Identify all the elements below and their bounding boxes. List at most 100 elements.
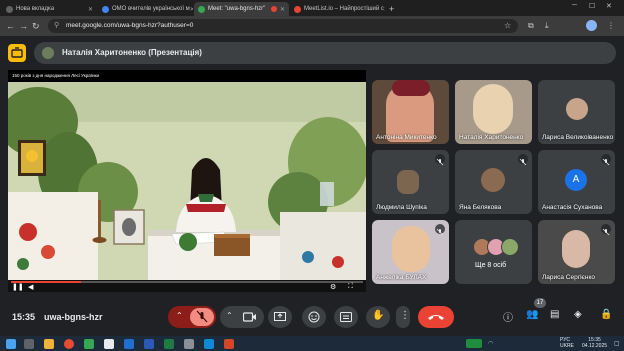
reload-icon[interactable]: ↻ <box>32 21 40 32</box>
explorer-icon[interactable] <box>44 339 54 349</box>
captions-button[interactable] <box>334 306 358 328</box>
activities-icon[interactable]: ◈ <box>574 309 582 320</box>
volume-icon[interactable]: ◀ <box>28 283 33 291</box>
downloads-icon[interactable]: ⤓ <box>545 21 549 31</box>
app-icon[interactable] <box>184 339 194 349</box>
presentation-video-frame <box>8 82 366 280</box>
pause-icon[interactable]: ❚❚ <box>12 283 24 291</box>
participant-tile[interactable]: A Анастасія Суханова <box>538 150 615 214</box>
language-indicator[interactable]: РУС UKRE <box>560 337 574 349</box>
chrome-icon[interactable] <box>64 339 74 349</box>
tab-label: Meet: "uwa-bgns-hzr" <box>208 6 266 12</box>
presentation-scene-image <box>8 82 366 280</box>
os-taskbar: ◠ РУС UKRE 15:35 04.12.2025 ▢ <box>0 336 624 351</box>
hang-up-icon <box>428 315 444 320</box>
host-controls-icon[interactable]: 🔒 <box>600 309 612 320</box>
network-icon[interactable]: ◠ <box>488 340 493 347</box>
close-tab-icon[interactable]: ✕ <box>280 6 285 13</box>
word-icon[interactable] <box>144 339 154 349</box>
app-icon[interactable] <box>84 339 94 349</box>
notifications-icon[interactable]: ▢ <box>614 340 620 347</box>
address-bar-row: ← → ↻ ⚲ meet.google.com/uwa-bgns-hzr?aut… <box>0 16 624 36</box>
recording-dot-icon <box>271 6 278 12</box>
battery-indicator-icon <box>466 339 482 348</box>
participant-avatar <box>566 98 588 120</box>
tab-favicon-icon <box>294 5 301 13</box>
info-icon[interactable]: ⓘ <box>503 309 513 324</box>
participant-tile[interactable]: Яна Белякова <box>455 150 532 214</box>
mic-toggle-button[interactable]: ⌃ <box>168 306 216 328</box>
system-date: 04.12.2025 <box>582 343 608 349</box>
meeting-control-bar: 15:35 uwa-bgns-hzr ⌃ ⌃ ✋ ⋮ ⓘ 👥 17 ▤ ◈ 🔒 <box>0 296 624 336</box>
app-icon[interactable] <box>104 339 114 349</box>
camera-toggle-button[interactable]: ⌃ <box>220 306 264 328</box>
meeting-clock: 15:35 <box>12 312 36 322</box>
browser-menu-icon[interactable]: ⋮ <box>607 21 615 30</box>
more-options-button[interactable]: ⋮ <box>396 306 410 328</box>
settings-icon[interactable]: ⚙ <box>330 283 336 291</box>
app-icon[interactable] <box>124 339 134 349</box>
participant-tile[interactable]: Людмила Шупіка <box>372 150 449 214</box>
extensions-icon[interactable]: ⧉ <box>528 21 534 31</box>
participant-tile[interactable]: Наталія Харитоненко <box>455 80 532 144</box>
app-icon[interactable] <box>204 339 214 349</box>
lang-bottom: UKRE <box>560 343 574 349</box>
start-icon[interactable] <box>6 339 16 349</box>
participant-name: Анастасія Суханова <box>542 204 603 211</box>
chevron-up-icon[interactable]: ⌃ <box>226 311 233 320</box>
more-participants-tile[interactable]: Ще 8 осіб <box>455 220 532 284</box>
chat-icon[interactable]: ▤ <box>550 309 559 320</box>
mic-off-icon <box>518 154 528 166</box>
presentation-stage[interactable]: 150 років з дня народження Лесі Українки <box>8 70 366 292</box>
maximize-icon[interactable]: ☐ <box>589 2 595 10</box>
close-tab-icon[interactable]: ✕ <box>190 6 193 13</box>
participant-tile[interactable]: Антоніна Микитенко <box>372 80 449 144</box>
people-icon: 👥 <box>526 309 539 320</box>
more-vert-icon: ⋮ <box>400 310 410 321</box>
leave-call-button[interactable] <box>418 306 454 328</box>
profile-avatar[interactable] <box>586 20 597 31</box>
emoji-icon <box>308 311 320 323</box>
system-clock[interactable]: 15:35 04.12.2025 <box>582 337 607 349</box>
participant-video <box>397 170 419 194</box>
forward-icon[interactable]: → <box>19 21 28 31</box>
raise-hand-button[interactable]: ✋ <box>366 306 390 328</box>
url-input[interactable]: ⚲ meet.google.com/uwa-bgns-hzr?authuser=… <box>48 19 518 33</box>
browser-tab-0[interactable]: Нова вкладка ✕ <box>2 2 97 16</box>
close-tab-icon[interactable]: ✕ <box>384 6 385 13</box>
present-button[interactable] <box>268 306 292 328</box>
participant-tile[interactable]: Анжеліка БУЛАХ <box>372 220 449 284</box>
powerpoint-icon[interactable] <box>224 339 234 349</box>
excel-icon[interactable] <box>164 339 174 349</box>
presenter-banner: Наталія Харитоненко (Презентація) <box>34 42 616 64</box>
search-icon[interactable] <box>24 339 34 349</box>
mic-off-icon <box>601 154 611 166</box>
participant-tile[interactable]: Лариса Великоіваненко <box>538 80 615 144</box>
meeting-code: uwa-bgns-hzr <box>44 312 103 322</box>
browser-tab-3[interactable]: MeetList.io – Найпростіший с ✕ <box>290 2 385 16</box>
browser-tab-1[interactable]: ОМО вчителів української м ✕ <box>98 2 193 16</box>
back-icon[interactable]: ← <box>6 21 15 31</box>
mic-off-icon <box>435 154 445 166</box>
participant-tile[interactable]: Лариса Сергієнко <box>538 220 615 284</box>
presentation-title: 150 років з дня народження Лесі Українки <box>12 73 99 78</box>
fullscreen-icon[interactable]: ⛶ <box>348 283 353 291</box>
bookmark-star-icon[interactable]: ☆ <box>504 21 511 30</box>
mic-off-icon <box>601 224 611 236</box>
video-progress-track[interactable] <box>11 281 363 283</box>
participant-name: Лариса Великоіваненко <box>542 134 614 141</box>
people-button[interactable]: 👥 17 <box>524 298 546 324</box>
chevron-up-icon[interactable]: ⌃ <box>176 311 183 320</box>
browser-tab-2[interactable]: Meet: "uwa-bgns-hzr" ✕ <box>194 2 289 16</box>
minimize-icon[interactable]: ─ <box>572 2 577 9</box>
close-window-icon[interactable]: ✕ <box>606 2 612 10</box>
reactions-button[interactable] <box>302 306 326 328</box>
url-text: meet.google.com/uwa-bgns-hzr?authuser=0 <box>66 22 194 29</box>
participant-video <box>392 226 430 272</box>
presentation-logo-icon <box>8 44 26 62</box>
close-tab-icon[interactable]: ✕ <box>88 6 93 13</box>
new-tab-button[interactable]: + <box>389 2 394 16</box>
presenter-label: Наталія Харитоненко (Презентація) <box>62 48 202 57</box>
site-info-icon[interactable]: ⚲ <box>54 21 59 29</box>
tab-label: ОМО вчителів української м <box>112 6 190 12</box>
